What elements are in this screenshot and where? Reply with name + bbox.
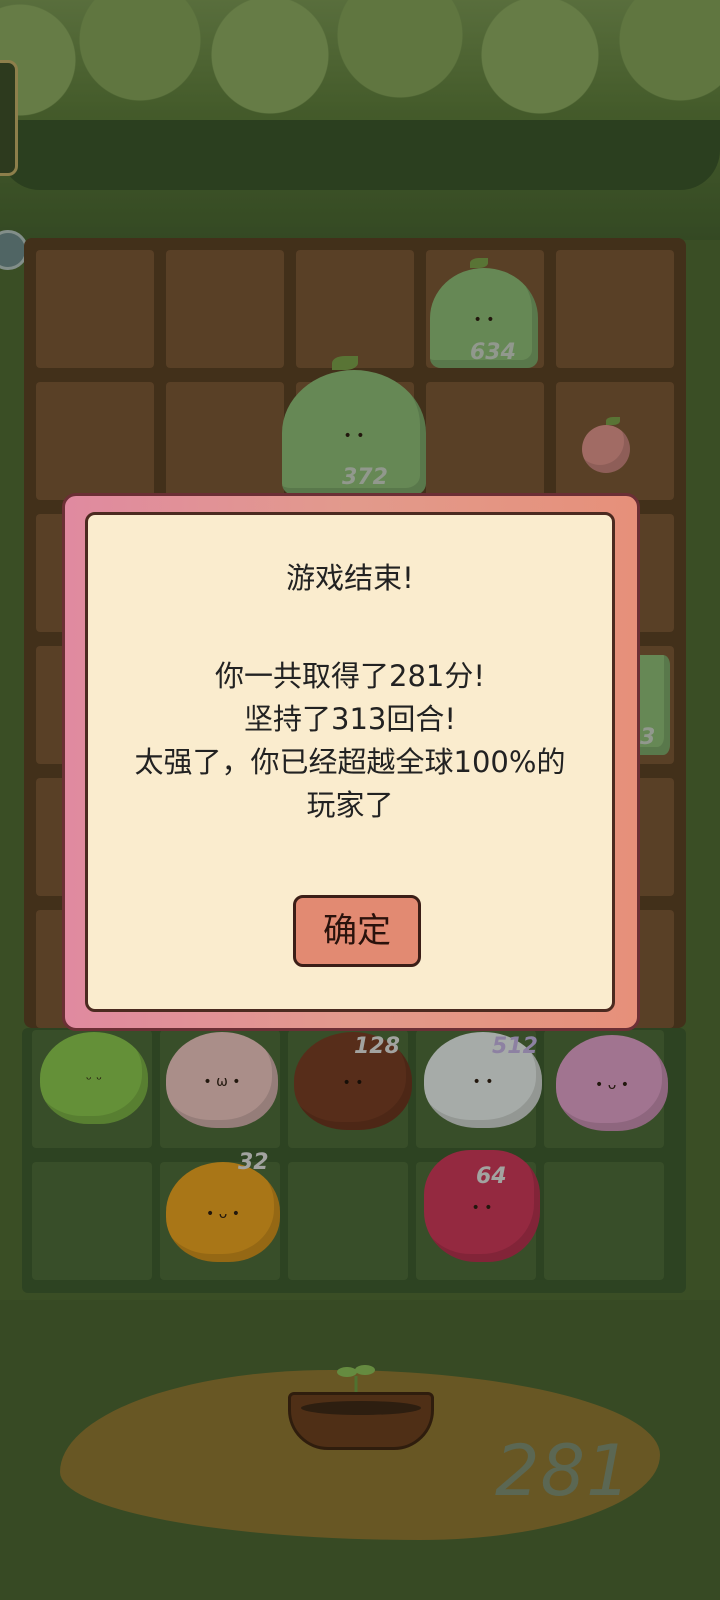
dialog-title: 游戏结束! [286,561,414,595]
rounds-line: 坚持了313回合! [244,702,456,736]
rank-line-end: 玩家了 [306,788,394,822]
game-over-dialog: 游戏结束! 你一共取得了281分! 坚持了313回合! 太强了，你已经超越全球1… [62,493,640,1031]
confirm-button[interactable]: 确定 [293,895,421,967]
rank-line: 太强了，你已经超越全球100%的 [134,745,566,779]
score-line: 你一共取得了281分! [215,659,485,693]
dialog-message: 你一共取得了281分! 坚持了313回合! 太强了，你已经超越全球100%的 玩… [88,655,612,827]
dialog-panel: 游戏结束! 你一共取得了281分! 坚持了313回合! 太强了，你已经超越全球1… [85,512,615,1012]
